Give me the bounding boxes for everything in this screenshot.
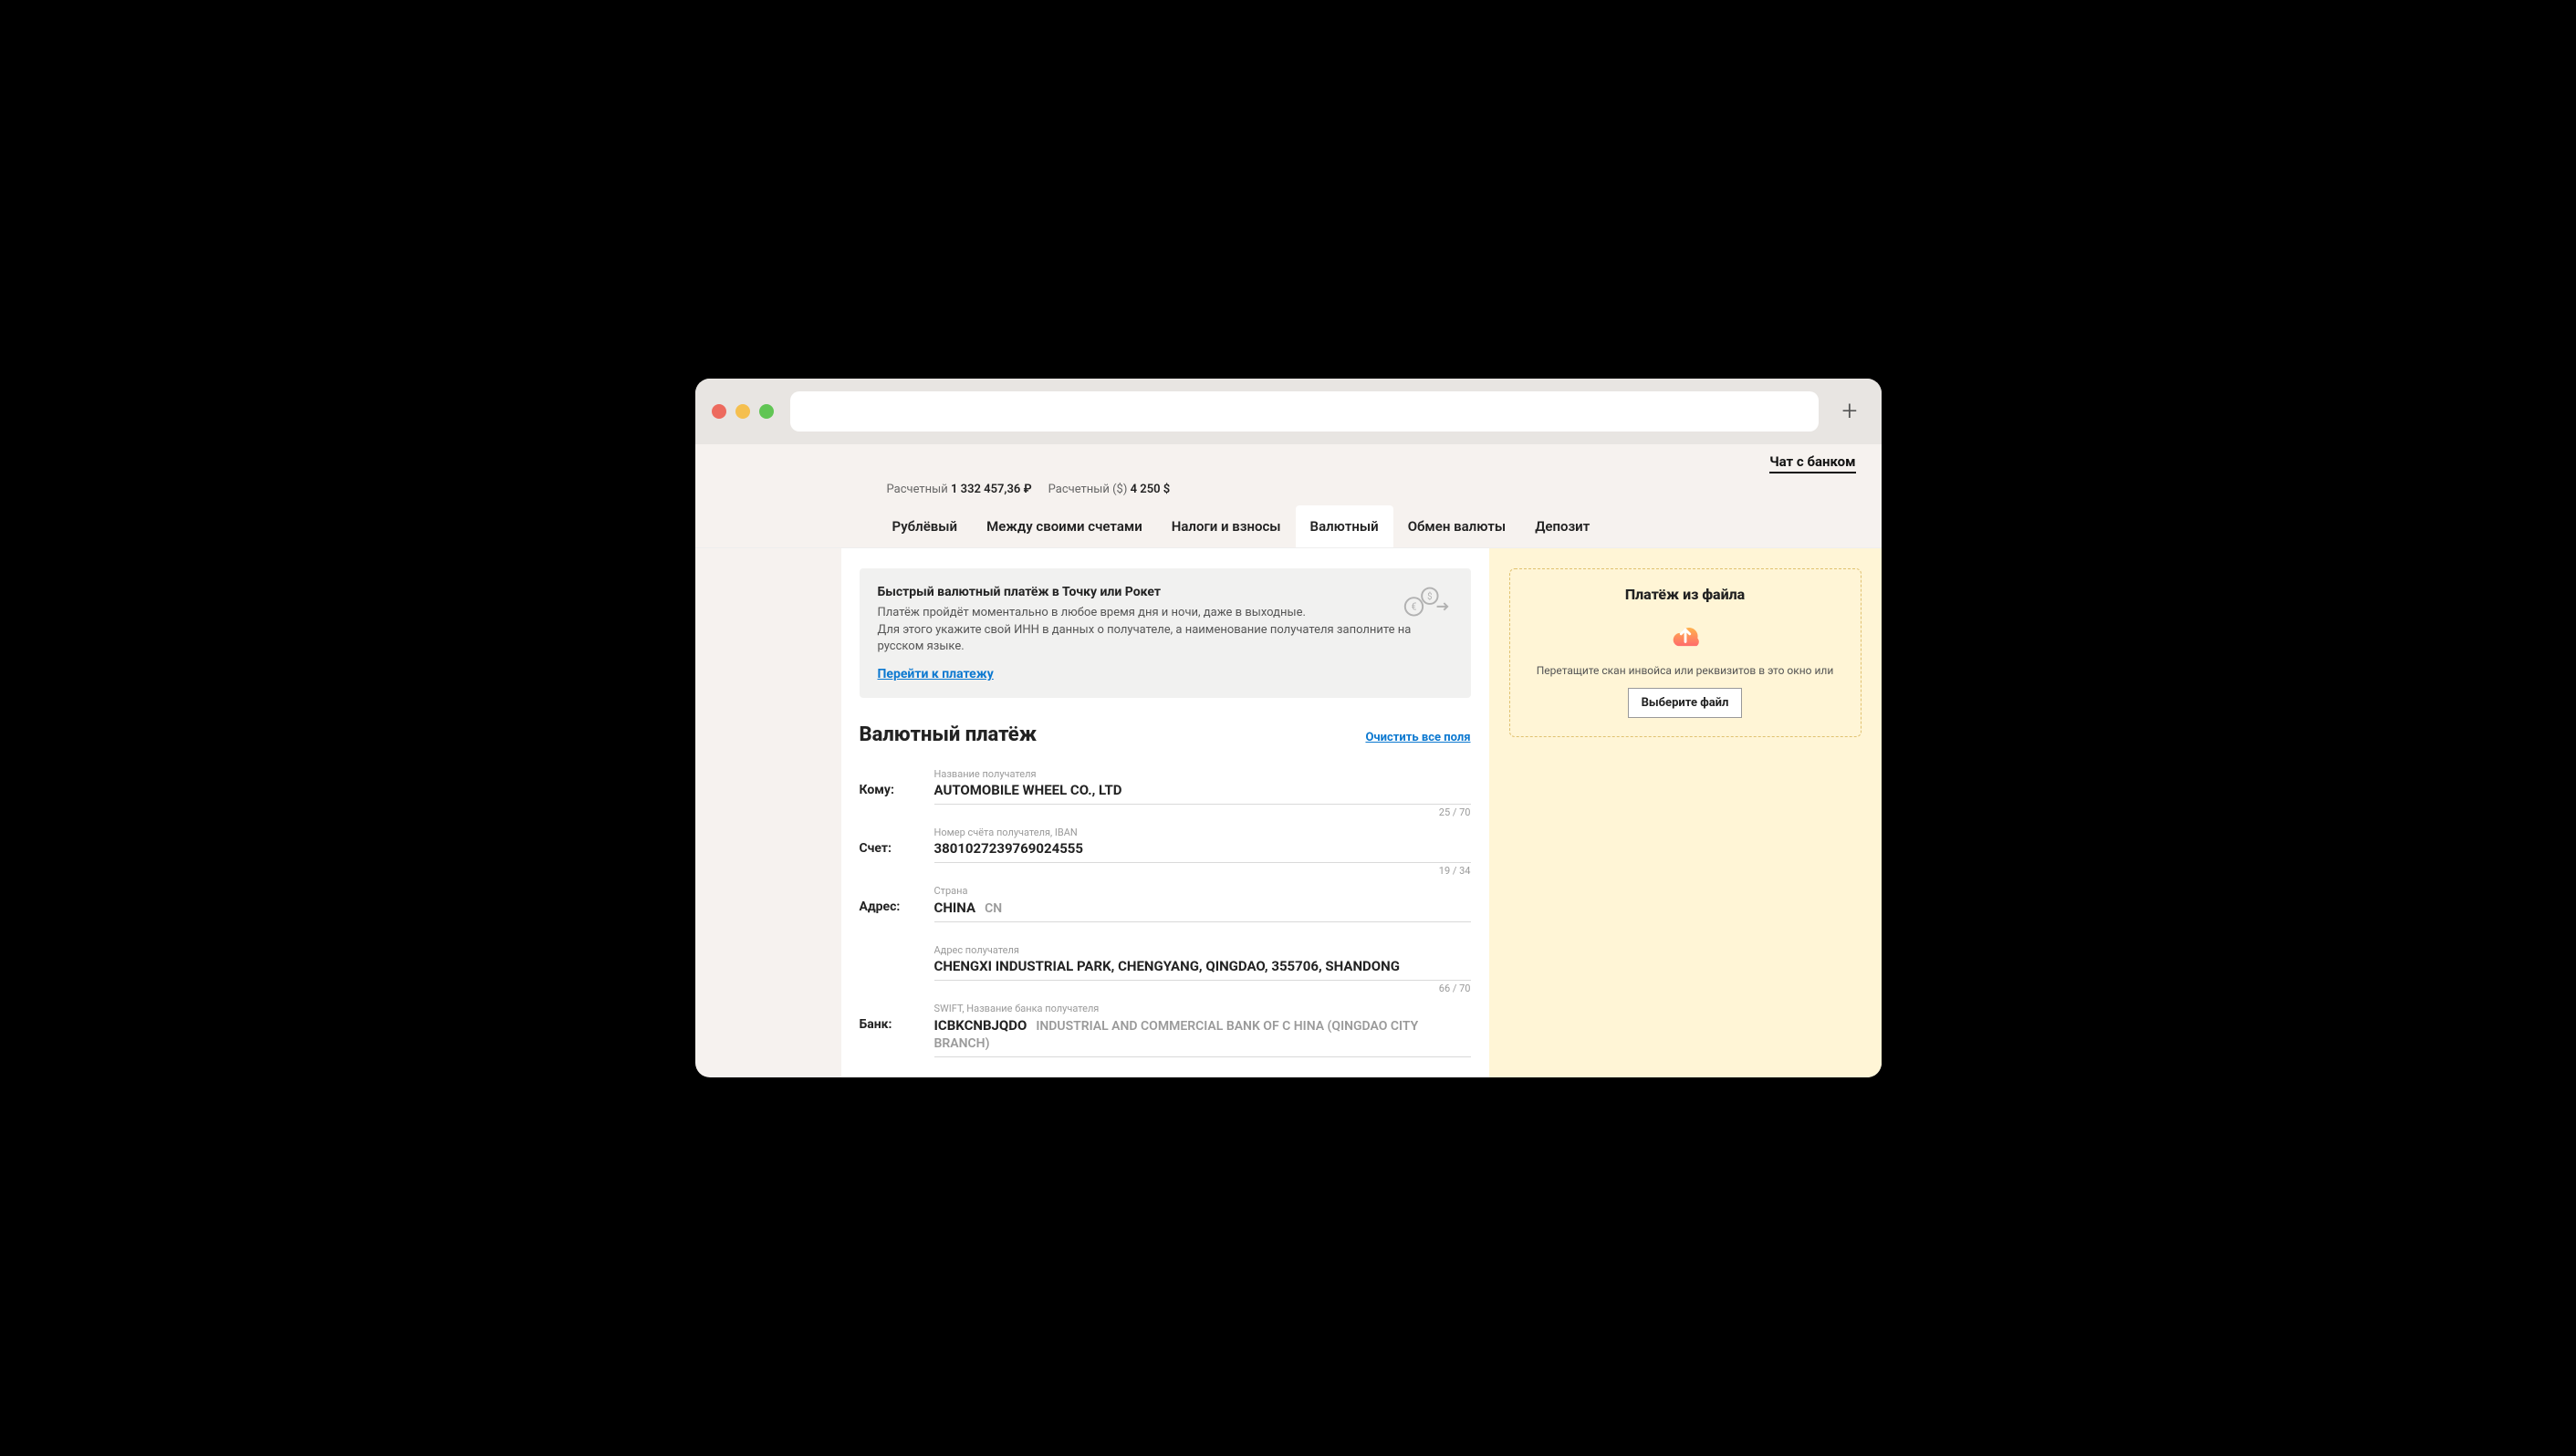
label-account: Счет: <box>860 827 925 856</box>
field-hint: SWIFT, Название банка получателя <box>934 1003 1471 1014</box>
browser-window: + Чат с банком Расчетный 1 332 457,36 ₽ … <box>695 379 1882 1078</box>
row-bank: Банк: SWIFT, Название банка получателя I… <box>860 1003 1471 1057</box>
field-value: CHENGXI INDUSTRIAL PARK, CHENGYANG, QING… <box>934 958 1471 974</box>
account-balance: 1 332 457,36 ₽ <box>951 483 1032 496</box>
accounts-summary: Расчетный 1 332 457,36 ₽ Расчетный ($) 4… <box>695 479 1882 505</box>
upload-title: Платёж из файла <box>1525 586 1846 603</box>
window-controls <box>712 404 774 419</box>
label-recipient: Кому: <box>860 768 925 797</box>
tab-between-accounts[interactable]: Между своими счетами <box>972 505 1157 547</box>
address-bar[interactable] <box>790 391 1819 432</box>
new-tab-button[interactable]: + <box>1835 395 1865 427</box>
country-field[interactable]: Страна CHINA CN <box>934 885 1471 922</box>
char-count: 19 / 34 <box>1439 865 1471 877</box>
close-window-button[interactable] <box>712 404 726 419</box>
account-label: Расчетный ($) <box>1048 483 1128 496</box>
field-value: AUTOMOBILE WHEEL CO., LTD <box>934 782 1471 798</box>
row-recipient: Кому: Название получателя AUTOMOBILE WHE… <box>860 768 1471 805</box>
tab-ruble[interactable]: Рублёвый <box>878 505 973 547</box>
banner-text: Для этого укажите свой ИНН в данных о по… <box>878 622 1453 657</box>
account-rub[interactable]: Расчетный 1 332 457,36 ₽ <box>887 483 1032 496</box>
bank-swift-field[interactable]: SWIFT, Название банка получателя ICBKCNB… <box>934 1003 1471 1057</box>
recipient-address-field[interactable]: Адрес получателя CHENGXI INDUSTRIAL PARK… <box>934 944 1471 981</box>
currency-exchange-icon: € $ <box>1400 585 1453 621</box>
fast-payment-banner: € $ Быстрый валютный платёж в Точку или … <box>860 568 1471 699</box>
banner-go-to-payment-link[interactable]: Перейти к платежу <box>878 667 994 681</box>
field-value: CHINA <box>934 900 976 916</box>
char-count: 25 / 70 <box>1439 806 1471 818</box>
field-hint: Адрес получателя <box>934 944 1471 956</box>
form-heading: Валютный платёж <box>860 723 1038 746</box>
svg-text:€: € <box>1411 600 1416 612</box>
recipient-name-field[interactable]: Название получателя AUTOMOBILE WHEEL CO.… <box>934 768 1471 805</box>
row-address: . Адрес получателя CHENGXI INDUSTRIAL PA… <box>860 944 1471 981</box>
chat-with-bank-link[interactable]: Чат с банком <box>1769 453 1855 473</box>
char-count: 66 / 70 <box>1439 983 1471 994</box>
minimize-window-button[interactable] <box>735 404 750 419</box>
banner-text: Платёж пройдёт моментально в любое время… <box>878 605 1453 622</box>
label-address: Адрес: <box>860 885 925 914</box>
field-value: ICBKCNBJQDO <box>934 1017 1027 1034</box>
banner-title: Быстрый валютный платёж в Точку или Роке… <box>878 585 1453 599</box>
tab-taxes[interactable]: Налоги и взносы <box>1157 505 1296 547</box>
choose-file-button[interactable]: Выберите файл <box>1628 688 1743 718</box>
cloud-upload-icon <box>1664 614 1706 649</box>
field-hint: Название получателя <box>934 768 1471 780</box>
titlebar: + <box>695 379 1882 444</box>
field-hint: Страна <box>934 885 1471 897</box>
content-area: € $ Быстрый валютный платёж в Точку или … <box>841 548 1882 1078</box>
account-usd[interactable]: Расчетный ($) 4 250 $ <box>1048 483 1171 496</box>
country-code-suffix: CN <box>985 901 1002 916</box>
field-hint: Номер счёта получателя, IBAN <box>934 827 1471 838</box>
upload-text: Перетащите скан инвойса или реквизитов в… <box>1525 663 1846 679</box>
clear-all-fields-link[interactable]: Очистить все поля <box>1365 731 1470 744</box>
field-value: 3801027239769024555 <box>934 840 1471 857</box>
label-bank: Банк: <box>860 1003 925 1032</box>
side-column: Платёж из файла Перетащите скан инвойса … <box>1489 548 1882 1078</box>
tab-exchange[interactable]: Обмен валюты <box>1393 505 1520 547</box>
payment-tabs: Рублёвый Между своими счетами Налоги и в… <box>695 505 1882 548</box>
account-number-field[interactable]: Номер счёта получателя, IBAN 38010272397… <box>934 827 1471 863</box>
account-label: Расчетный <box>887 483 948 496</box>
account-balance: 4 250 $ <box>1131 483 1171 496</box>
row-country: Адрес: Страна CHINA CN <box>860 885 1471 922</box>
upload-dropzone[interactable]: Платёж из файла Перетащите скан инвойса … <box>1509 568 1862 737</box>
svg-text:$: $ <box>1427 592 1432 602</box>
tab-currency[interactable]: Валютный <box>1296 505 1393 547</box>
row-account: Счет: Номер счёта получателя, IBAN 38010… <box>860 827 1471 863</box>
maximize-window-button[interactable] <box>759 404 774 419</box>
main-column: € $ Быстрый валютный платёж в Точку или … <box>841 548 1489 1078</box>
tab-deposit[interactable]: Депозит <box>1520 505 1604 547</box>
